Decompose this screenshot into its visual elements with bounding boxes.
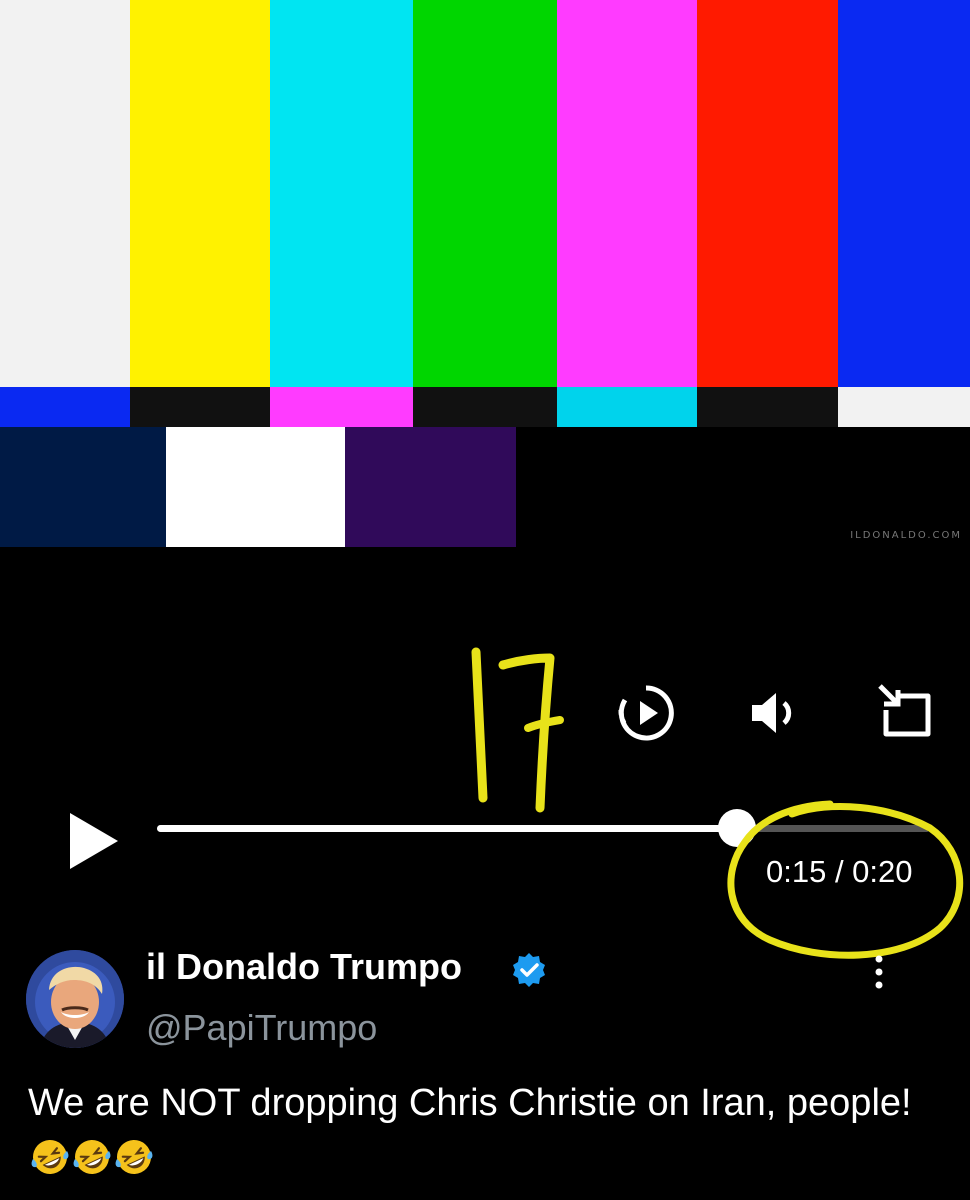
top-color-bar xyxy=(0,0,130,387)
laughing-emoji-icon xyxy=(73,1140,111,1174)
laughing-emoji-icon xyxy=(31,1140,69,1174)
tweet-body: We are NOT dropping Chris Christie on Ir… xyxy=(28,1082,912,1124)
play-button[interactable] xyxy=(66,811,122,871)
verified-badge-icon xyxy=(513,953,545,987)
seek-bar[interactable] xyxy=(157,809,930,847)
user-handle[interactable]: @PapiTrumpo xyxy=(146,1007,377,1049)
mid-color-bar xyxy=(838,387,970,427)
volume-icon[interactable] xyxy=(748,685,804,741)
low-color-bar xyxy=(166,427,345,547)
top-color-bar xyxy=(697,0,838,387)
mid-color-bar xyxy=(413,387,557,427)
emoji-row xyxy=(28,1138,154,1180)
top-color-bar xyxy=(838,0,970,387)
seek-progress xyxy=(157,825,737,832)
top-color-bar xyxy=(270,0,413,387)
picture-in-picture-icon[interactable] xyxy=(876,682,936,740)
replay-icon[interactable] xyxy=(616,683,676,743)
top-color-bar xyxy=(130,0,270,387)
avatar[interactable] xyxy=(26,950,124,1048)
top-color-bar xyxy=(557,0,697,387)
top-color-bar xyxy=(413,0,557,387)
tweet-text: We are NOT dropping Chris Christie on Ir… xyxy=(28,1075,928,1187)
mid-color-bar xyxy=(557,387,697,427)
mid-color-bar xyxy=(697,387,838,427)
more-options-icon[interactable] xyxy=(862,953,896,993)
mid-color-bar xyxy=(270,387,413,427)
mid-color-bar xyxy=(130,387,270,427)
display-name[interactable]: il Donaldo Trumpo xyxy=(146,946,462,988)
video-watermark: ILDONALDO.COM xyxy=(850,530,962,541)
time-display: 0:15 / 0:20 xyxy=(766,854,913,889)
avatar-portrait-icon xyxy=(26,950,124,1048)
low-color-bar xyxy=(345,427,516,547)
low-color-bar xyxy=(0,427,166,547)
seek-handle[interactable] xyxy=(717,809,756,847)
mid-color-bar xyxy=(0,387,130,427)
video-frame[interactable]: ILDONALDO.COM xyxy=(0,0,970,548)
laughing-emoji-icon xyxy=(115,1140,153,1174)
low-color-bar xyxy=(516,427,970,547)
